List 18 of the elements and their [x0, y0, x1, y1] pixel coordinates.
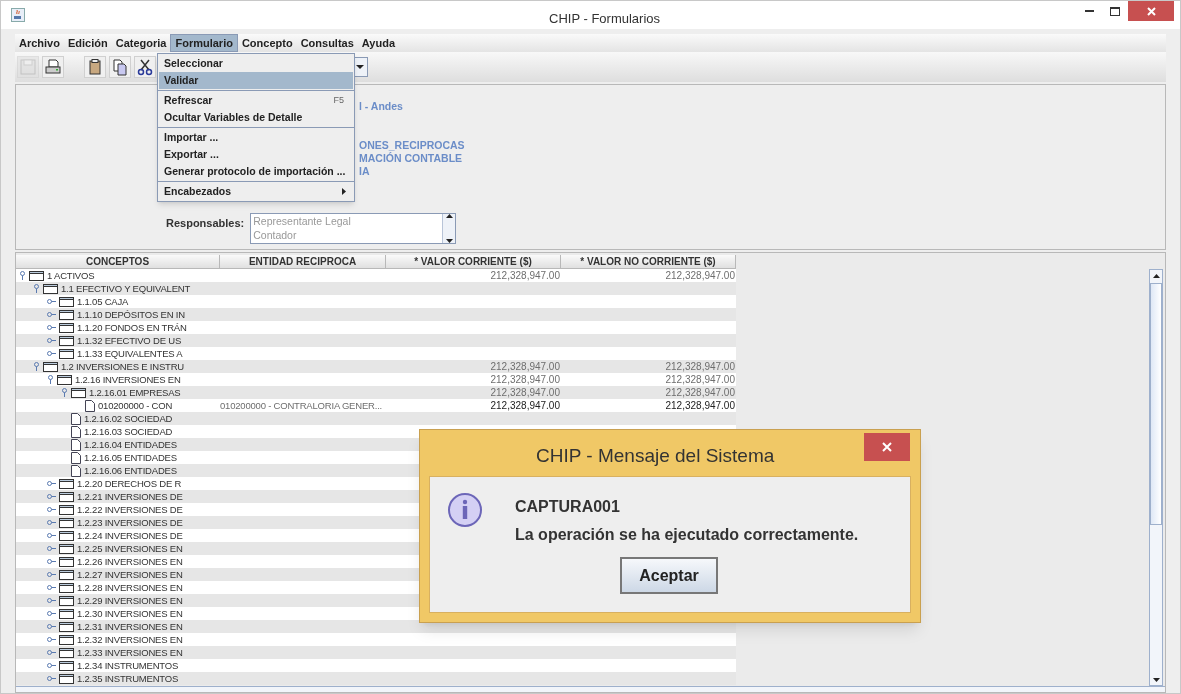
window-title: CHIP - Formularios — [549, 10, 660, 28]
shortcut-label: F5 — [333, 93, 344, 107]
table-cell: 212,328,947.00 — [490, 387, 560, 398]
table-cell: 212,328,947.00 — [490, 400, 560, 411]
table-cell: 010200000 - CONTRALORIA GENER... — [220, 400, 383, 411]
header-text: l - Andes — [359, 100, 404, 113]
table-cell: 212,328,947.00 — [490, 270, 560, 281]
field-label: Responsables: — [166, 216, 245, 231]
header-text: MACIÓN CONTABLE — [359, 152, 464, 165]
header-text: ONES_RECIPROCAS — [359, 139, 465, 152]
table-cell: 212,328,947.00 — [665, 270, 735, 281]
table-cell: 212,328,947.00 — [490, 361, 560, 372]
table-cell: 212,328,947.00 — [665, 374, 735, 385]
header-text: IA — [359, 165, 371, 178]
table-cell: 212,328,947.00 — [665, 400, 735, 411]
table-cell: 212,328,947.00 — [665, 387, 735, 398]
table-cell: 212,328,947.00 — [665, 361, 735, 372]
table-cell: 212,328,947.00 — [490, 374, 560, 385]
